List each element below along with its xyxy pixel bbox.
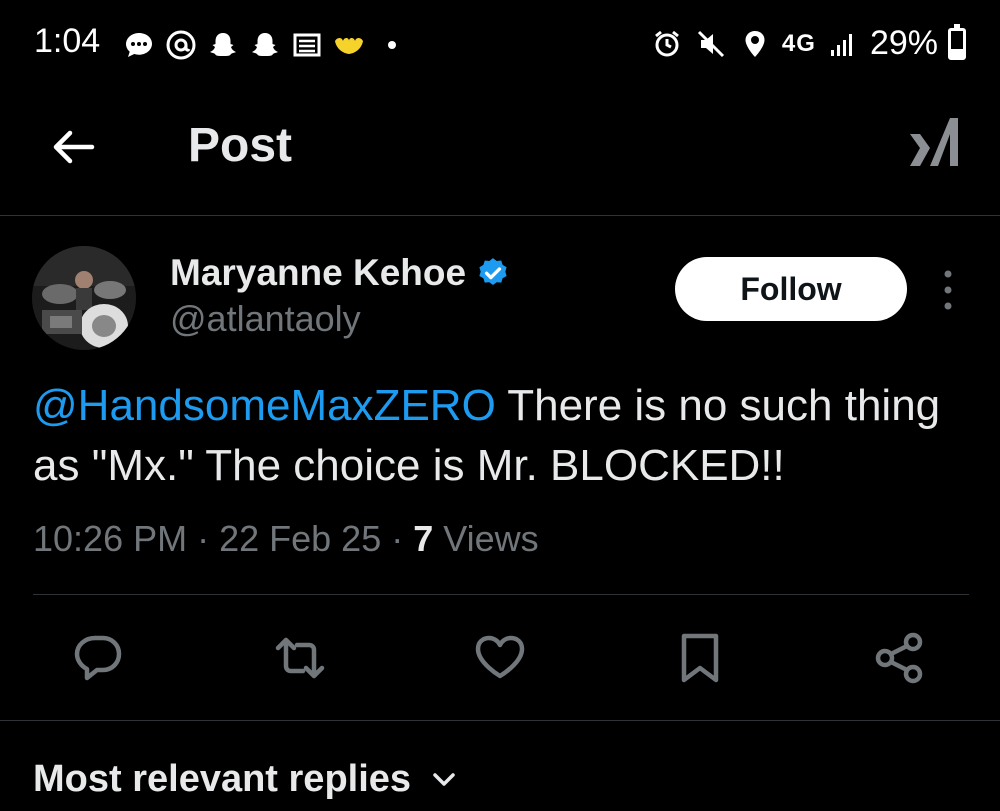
alarm-icon (650, 27, 684, 61)
mention-link[interactable]: @HandsomeMaxZERO (33, 381, 496, 430)
battery-fill (951, 48, 963, 57)
post-time: 10:26 PM (33, 518, 188, 559)
page-title: Post (188, 119, 293, 172)
arrow-left-icon[interactable] (48, 122, 98, 172)
views-count[interactable]: 7 (413, 518, 433, 560)
like-icon (475, 635, 525, 679)
share-button[interactable] (871, 630, 927, 686)
reply-icon (74, 635, 122, 681)
views-label[interactable]: Views (443, 518, 538, 560)
post-meta: 10:26 PM · 22 Feb 25 · 7 Views (33, 518, 539, 560)
mute-icon (694, 27, 728, 61)
bookmark-button[interactable] (672, 630, 728, 686)
snapchat-icon (248, 28, 282, 62)
wanna-icon (332, 28, 366, 62)
snapchat-icon (206, 28, 240, 62)
avatar[interactable] (32, 246, 136, 350)
meta-separator: · (187, 518, 220, 559)
post-text: @HandsomeMaxZERO There is no such thing … (33, 376, 973, 496)
verified-badge-icon (479, 258, 507, 286)
author-handle[interactable]: @atlantaoly (170, 298, 361, 340)
repost-icon (275, 637, 325, 679)
news-icon (290, 28, 324, 62)
post-actions (0, 630, 1000, 690)
messages-icon (122, 28, 156, 62)
follow-button[interactable]: Follow (675, 257, 907, 321)
replies-sort-dropdown[interactable]: Most relevant replies (33, 758, 459, 801)
location-icon (738, 27, 772, 61)
author-name[interactable]: Maryanne Kehoe (170, 252, 466, 294)
status-bar: 1:04 4G 29% (0, 0, 1000, 92)
network-type: 4G (781, 29, 816, 57)
battery-percent: 29% (869, 24, 938, 62)
battery-icon (948, 23, 966, 60)
grok-icon[interactable] (906, 114, 962, 170)
top-app-bar: Post (0, 92, 1000, 216)
author-name-row[interactable]: Maryanne Kehoe (170, 252, 510, 294)
signal-icon (826, 27, 860, 61)
reply-button[interactable] (71, 630, 127, 686)
notification-icons (122, 28, 396, 62)
bookmark-icon (681, 633, 719, 683)
replies-sort-label[interactable]: Most relevant replies (33, 758, 411, 801)
status-time: 1:04 (34, 22, 101, 60)
threads-icon (164, 28, 198, 62)
meta-separator: · (381, 518, 414, 559)
more-notifications-dot (388, 41, 396, 49)
post-date: 22 Feb 25 (219, 518, 382, 559)
divider (0, 720, 1000, 721)
system-icons: 4G 29% (650, 23, 966, 63)
repost-button[interactable] (272, 630, 328, 686)
chevron-down-icon (433, 772, 455, 786)
divider (33, 594, 969, 595)
share-icon (875, 632, 923, 684)
more-options-icon[interactable] (936, 268, 960, 312)
like-button[interactable] (472, 630, 528, 686)
